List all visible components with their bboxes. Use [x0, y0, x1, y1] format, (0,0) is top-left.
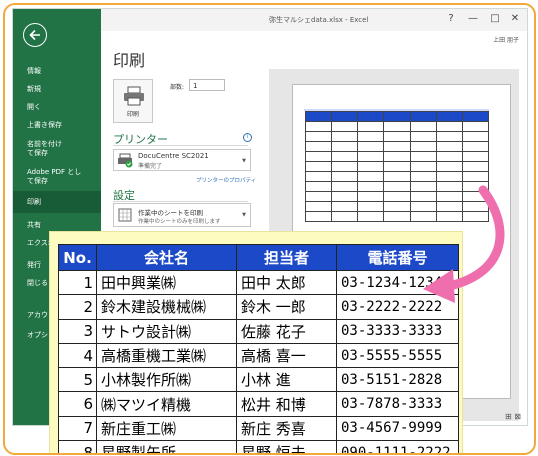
screenshot-frame: 情報 新規 開く 上書き保存 名前を付けて保存 Adobe PDF として保存 … — [3, 3, 536, 455]
callout-arrow — [423, 185, 505, 303]
